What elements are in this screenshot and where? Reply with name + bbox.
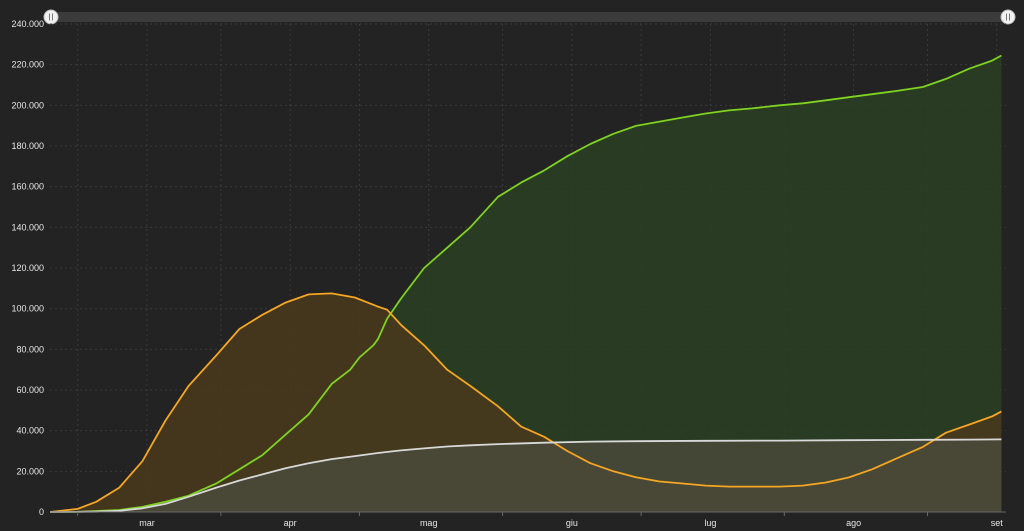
y-tick-label: 200.000 bbox=[11, 100, 44, 110]
x-month-label: ago bbox=[846, 518, 861, 528]
x-month-label: mar bbox=[139, 518, 155, 528]
y-tick-label: 0 bbox=[39, 507, 44, 517]
y-tick-label: 220.000 bbox=[11, 60, 44, 70]
y-tick-label: 240.000 bbox=[11, 19, 44, 29]
y-tick-label: 20.000 bbox=[16, 466, 44, 476]
x-month-label: mag bbox=[420, 518, 438, 528]
y-tick-label: 40.000 bbox=[16, 426, 44, 436]
y-tick-label: 120.000 bbox=[11, 263, 44, 273]
y-tick-label: 100.000 bbox=[11, 304, 44, 314]
x-month-label: giu bbox=[566, 518, 578, 528]
x-month-label: set bbox=[991, 518, 1004, 528]
y-tick-label: 80.000 bbox=[16, 344, 44, 354]
range-selector[interactable] bbox=[43, 9, 1016, 25]
y-tick-label: 160.000 bbox=[11, 182, 44, 192]
range-handle-right[interactable] bbox=[1000, 9, 1016, 25]
range-selector-track[interactable] bbox=[50, 12, 1008, 22]
range-handle-left[interactable] bbox=[43, 9, 59, 25]
y-tick-label: 140.000 bbox=[11, 222, 44, 232]
y-tick-label: 180.000 bbox=[11, 141, 44, 151]
x-month-label: apr bbox=[284, 518, 297, 528]
covid-cases-area-chart: 0 20.000 40.000 60.000 80.000 100.000 120.000 1… bbox=[0, 0, 1024, 531]
y-tick-label: 60.000 bbox=[16, 385, 44, 395]
x-month-label: lug bbox=[704, 518, 716, 528]
